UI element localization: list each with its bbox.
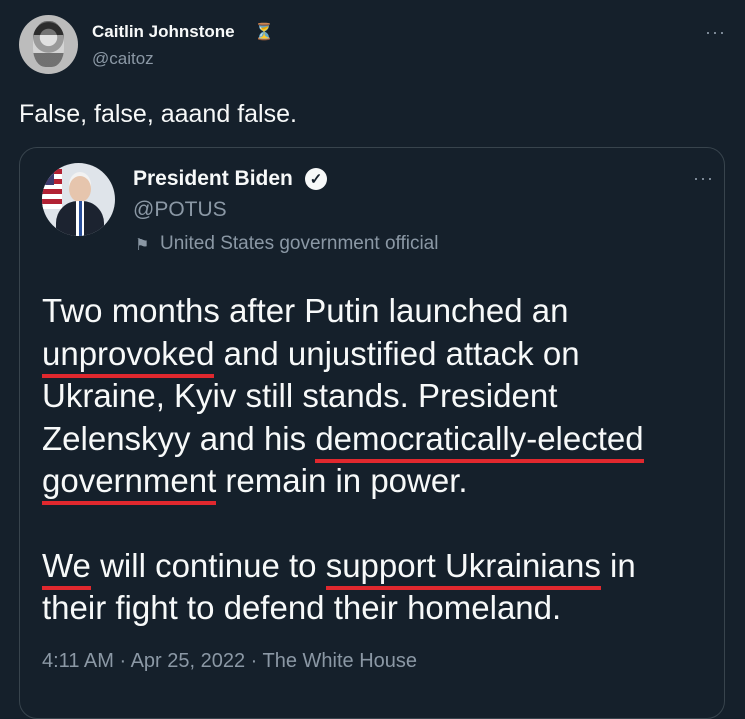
portrait-head	[69, 176, 91, 202]
author-name[interactable]: Caitlin Johnstone	[92, 22, 235, 42]
underlined-phrase: support Ukrainians	[325, 546, 601, 590]
tweet-text: False, false, aaand false.	[19, 100, 297, 128]
text-segment: Two months after Putin launched an	[42, 292, 569, 329]
quoted-author-handle[interactable]: @POTUS	[133, 198, 227, 222]
quoted-author-name[interactable]: President Biden	[133, 167, 293, 191]
more-options-icon[interactable]: ···	[705, 22, 726, 43]
tweet-timestamp[interactable]: 4:11 AM · Apr 25, 2022 · The White House	[42, 650, 417, 673]
author-handle[interactable]: @caitoz	[92, 49, 154, 69]
us-flag-graphic	[42, 169, 62, 209]
paragraph-2: We will continue to support Ukrainians i…	[42, 545, 702, 630]
text-segment: remain in power.	[216, 462, 468, 499]
text-segment: will continue to	[90, 546, 326, 584]
underlined-phrase: unprovoked	[42, 334, 215, 378]
quoted-more-options-icon[interactable]: ···	[693, 168, 714, 189]
avatar-president-biden[interactable]	[42, 163, 115, 236]
government-flag-icon: ⚑	[135, 237, 150, 254]
underlined-phrase: We	[42, 546, 91, 590]
hourglass-icon: ⏳	[254, 24, 274, 41]
quoted-tweet-text: Two months after Putin launched an unpro…	[42, 290, 702, 630]
avatar-caitlin-johnstone[interactable]	[19, 15, 78, 74]
portrait-suit	[56, 201, 104, 236]
paragraph-1: Two months after Putin launched an unpro…	[42, 290, 702, 505]
verified-check-icon: ✓	[305, 168, 327, 190]
government-label[interactable]: United States government official	[160, 233, 438, 255]
